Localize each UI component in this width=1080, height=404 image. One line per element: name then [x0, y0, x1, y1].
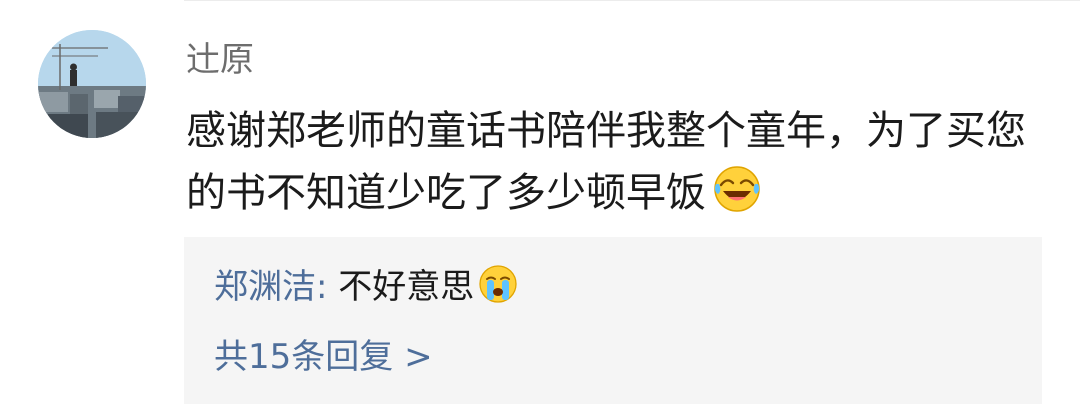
reply-separator: : — [316, 267, 328, 307]
laughing-crying-emoji-icon — [712, 164, 762, 214]
comment-card: 辻原 感谢郑老师的童话书陪伴我整个童年，为了买您的书不知道少吃了多少顿早饭 郑渊… — [0, 0, 1080, 404]
crying-emoji-icon — [478, 264, 518, 304]
reply-text: 不好意思 — [338, 267, 475, 307]
reply-author[interactable]: 郑渊洁 — [214, 267, 316, 307]
comment-body: 感谢郑老师的童话书陪伴我整个童年，为了买您的书不知道少吃了多少顿早饭 — [186, 108, 1026, 216]
top-divider — [184, 0, 1080, 1]
username[interactable]: 辻原 — [186, 36, 254, 84]
reply-preview-line: 郑渊洁: 不好意思 — [214, 263, 518, 311]
avatar-image — [38, 30, 146, 138]
avatar[interactable] — [38, 30, 146, 138]
comment-text: 感谢郑老师的童话书陪伴我整个童年，为了买您的书不知道少吃了多少顿早饭 — [186, 100, 1036, 224]
reply-preview-box[interactable]: 郑渊洁: 不好意思 共15条回复 > — [184, 237, 1042, 404]
view-all-replies-link[interactable]: 共15条回复 > — [214, 333, 433, 381]
